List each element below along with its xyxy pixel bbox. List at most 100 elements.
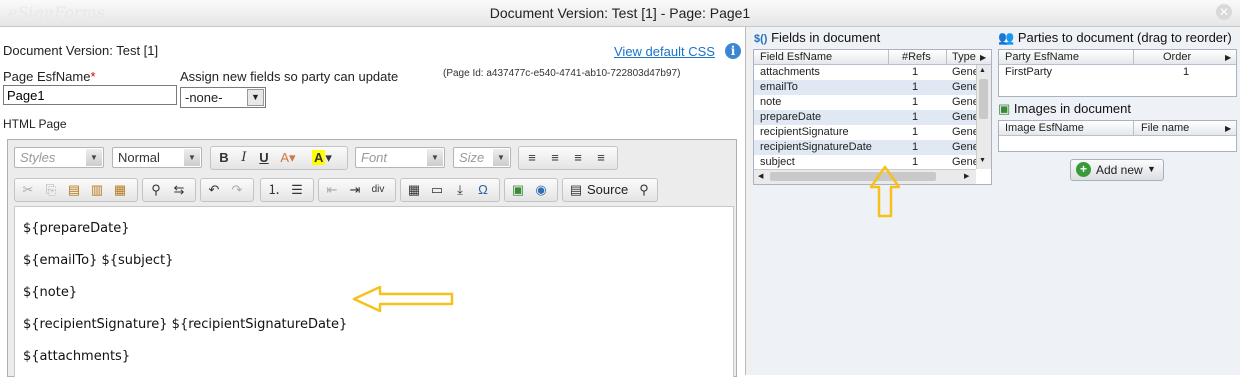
field-type: Gene — [952, 66, 979, 78]
page-editor-pane: Document Version: Test [1] View default … — [0, 27, 745, 377]
content-line: ${note} — [23, 285, 78, 300]
fields-panel-title: Fields in document — [771, 30, 881, 45]
background-color-icon[interactable]: A ▾ — [307, 149, 337, 167]
window-title: Document Version: Test [1] - Page: Page1 — [489, 5, 751, 21]
fields-grid-header: Field EsfName #Refs Type ▶ — [754, 50, 991, 65]
content-line: ${attachments} — [23, 349, 131, 364]
fields-panel-header: $() Fields in document — [754, 30, 880, 45]
format-combo[interactable]: Normal ▼ — [112, 147, 202, 168]
special-char-icon[interactable]: Ω — [474, 181, 492, 199]
field-row[interactable]: subject 1 Gene — [754, 155, 979, 170]
scroll-left-icon[interactable]: ◀ — [758, 172, 763, 180]
col-order[interactable]: Order — [1163, 51, 1191, 63]
align-left-icon[interactable]: ≡ — [523, 149, 541, 167]
create-div-icon[interactable]: div — [369, 181, 387, 199]
outdent-icon[interactable]: ⇤ — [323, 181, 341, 199]
images-grid-header: Image EsfName File name ▶ — [999, 121, 1236, 136]
scroll-down-icon[interactable]: ▼ — [979, 157, 986, 164]
assign-party-select[interactable]: -none- ▼ — [180, 87, 266, 108]
column-menu-icon[interactable]: ▶ — [1225, 124, 1231, 133]
view-default-css-link[interactable]: View default CSS — [614, 44, 715, 59]
font-combo[interactable]: Font ▼ — [355, 147, 445, 168]
close-icon[interactable]: ✕ — [1216, 4, 1232, 20]
column-menu-icon[interactable]: ▶ — [1225, 53, 1231, 62]
copy-icon[interactable]: ⎘ — [42, 181, 60, 199]
replace-icon[interactable]: ⇆ — [170, 181, 188, 199]
horizontal-line-icon[interactable]: ▭ — [428, 181, 446, 199]
source-toolbar-group: ▤ Source ⚲ — [562, 178, 658, 202]
align-right-icon[interactable]: ≡ — [569, 149, 587, 167]
source-button[interactable]: Source — [587, 182, 628, 197]
scroll-up-icon[interactable]: ▲ — [979, 67, 986, 74]
field-row[interactable]: recipientSignature 1 Gene — [754, 125, 979, 140]
col-refs[interactable]: #Refs — [902, 51, 931, 63]
info-icon[interactable]: i — [725, 43, 741, 59]
find-toolbar-group: ⚲ ⇆ — [142, 178, 196, 202]
field-row[interactable]: note 1 Gene — [754, 95, 979, 110]
scrollbar-thumb[interactable] — [979, 79, 988, 119]
bold-icon[interactable]: B — [215, 149, 233, 167]
field-row[interactable]: recipientSignatureDate 1 Gene — [754, 140, 979, 155]
assign-fields-label: Assign new fields so party can update — [180, 69, 399, 84]
numbered-list-icon[interactable]: ⒈ — [265, 181, 283, 199]
chevron-down-icon[interactable]: ▼ — [247, 89, 264, 106]
bulleted-list-icon[interactable]: ☰ — [288, 181, 306, 199]
party-name: FirstParty — [1005, 66, 1053, 78]
field-refs: 1 — [912, 141, 919, 153]
cut-icon[interactable]: ✂ — [19, 181, 37, 199]
col-party-esfname[interactable]: Party EsfName — [1005, 51, 1079, 63]
paste-text-icon[interactable]: ▥ — [88, 181, 106, 199]
add-new-image-button[interactable]: + Add new ▼ — [1070, 159, 1164, 181]
redo-icon[interactable]: ↷ — [228, 181, 246, 199]
column-separator — [946, 50, 947, 64]
field-name: prepareDate — [760, 111, 822, 123]
link-icon[interactable]: ◉ — [532, 181, 550, 199]
col-type[interactable]: Type — [952, 51, 976, 63]
image-icon[interactable]: ▣ — [509, 181, 527, 199]
styles-combo[interactable]: Styles ▼ — [14, 147, 104, 168]
find-icon[interactable]: ⚲ — [147, 181, 165, 199]
media-toolbar-group: ▣ ◉ — [504, 178, 558, 202]
preview-icon[interactable]: ⚲ — [635, 181, 653, 199]
field-row[interactable]: attachments 1 Gene — [754, 65, 979, 80]
images-panel-title: Images in document — [1013, 101, 1131, 116]
users-icon: 👥 — [998, 30, 1015, 45]
underline-icon[interactable]: U — [255, 149, 273, 167]
party-row[interactable]: FirstParty 1 — [999, 65, 1235, 80]
field-refs: 1 — [912, 126, 919, 138]
table-icon[interactable]: ▦ — [405, 181, 423, 199]
field-refs: 1 — [912, 66, 919, 78]
fields-vertical-scrollbar[interactable]: ▲ ▼ — [976, 65, 991, 169]
page-break-icon[interactable]: ⤓ — [451, 181, 469, 199]
column-menu-icon[interactable]: ▶ — [980, 53, 986, 62]
size-combo[interactable]: Size ▼ — [453, 147, 511, 168]
paste-from-word-icon[interactable]: ▦ — [111, 181, 129, 199]
undo-toolbar-group: ↶ ↷ — [200, 178, 254, 202]
column-separator — [1133, 50, 1134, 64]
field-name: emailTo — [760, 81, 798, 93]
field-row[interactable]: emailTo 1 Gene — [754, 80, 979, 95]
page-esfname-input[interactable] — [3, 85, 177, 105]
col-image-esfname[interactable]: Image EsfName — [1005, 122, 1084, 134]
indent-icon[interactable]: ⇥ — [346, 181, 364, 199]
source-doc-icon: ▤ — [569, 182, 583, 197]
align-center-icon[interactable]: ≡ — [546, 149, 564, 167]
list-toolbar-group: ⒈ ☰ — [260, 178, 314, 202]
col-field-esfname[interactable]: Field EsfName — [760, 51, 832, 63]
clipboard-toolbar-group: ✂ ⎘ ▤ ▥ ▦ — [14, 178, 138, 202]
text-color-icon[interactable]: A▾ — [275, 149, 301, 167]
fields-horizontal-scrollbar[interactable]: ◀ ▶ — [754, 169, 976, 184]
scrollbar-thumb[interactable] — [770, 172, 936, 181]
paste-icon[interactable]: ▤ — [65, 181, 83, 199]
col-file-name[interactable]: File name — [1141, 122, 1189, 134]
field-type: Gene — [952, 156, 979, 168]
align-justify-icon[interactable]: ≡ — [592, 149, 610, 167]
field-row[interactable]: prepareDate 1 Gene — [754, 110, 979, 125]
italic-icon[interactable]: I — [235, 149, 253, 167]
document-version-label: Document Version: Test [1] — [3, 43, 159, 58]
images-grid: Image EsfName File name ▶ — [998, 120, 1237, 152]
field-refs: 1 — [912, 81, 919, 93]
scroll-right-icon[interactable]: ▶ — [964, 172, 969, 180]
field-name: subject — [760, 156, 795, 168]
undo-icon[interactable]: ↶ — [205, 181, 223, 199]
